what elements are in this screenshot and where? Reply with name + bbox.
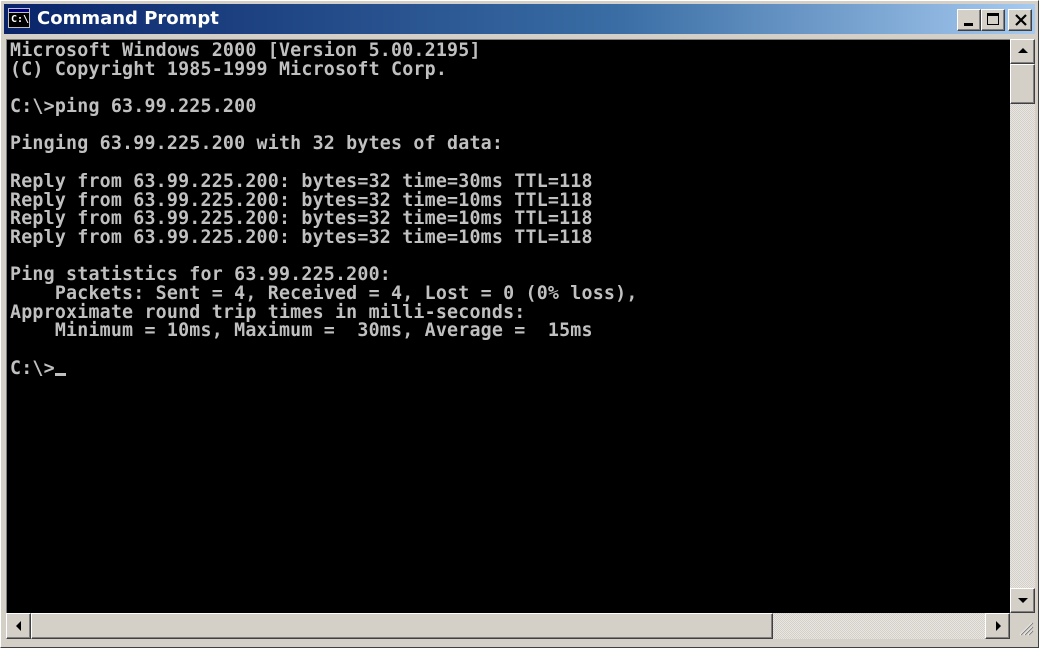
window-title: Command Prompt [37,8,219,29]
scroll-down-button[interactable] [1010,588,1035,613]
scroll-left-button[interactable] [6,613,31,639]
minimize-icon [964,23,973,26]
close-icon [1015,14,1027,26]
text-cursor [54,372,66,376]
scroll-down-arrow-icon [1018,598,1028,603]
scroll-up-arrow-icon [1018,48,1028,53]
console-line: Packets: Sent = 4, Received = 4, Lost = … [10,282,638,304]
close-button[interactable] [1008,9,1032,31]
console-line: Reply from 63.99.225.200: bytes=32 time=… [10,170,593,192]
maximize-button[interactable] [981,9,1005,31]
resize-grip[interactable] [1010,613,1035,639]
vertical-scroll-thumb[interactable] [1010,64,1035,104]
console-output[interactable]: Microsoft Windows 2000 [Version 5.00.219… [6,39,1010,613]
title-bar[interactable]: C:\ Command Prompt [4,4,1035,34]
console-line: Pinging 63.99.225.200 with 32 bytes of d… [10,133,504,155]
scroll-right-button[interactable] [985,613,1010,639]
console-line: C:\>ping 63.99.225.200 [10,96,257,118]
vertical-scrollbar[interactable] [1010,39,1035,613]
minimize-button[interactable] [957,9,981,31]
console-icon-glyph: C:\ [11,14,30,25]
scroll-right-arrow-icon [996,621,1001,631]
console-prompt-line[interactable]: C:\> [10,357,638,379]
maximize-icon [987,13,999,25]
command-prompt-window: C:\ Command Prompt Microsoft Windows 200… [0,0,1039,648]
console-icon-bar [9,9,29,13]
console-line: Microsoft Windows 2000 [Version 5.00.219… [10,40,481,61]
console-text: Microsoft Windows 2000 [Version 5.00.219… [10,40,638,379]
console-prompt: C:\> [10,357,55,379]
horizontal-scroll-thumb[interactable] [31,613,773,639]
console-line: (C) Copyright 1985-1999 Microsoft Corp. [10,58,448,80]
console-line: Reply from 63.99.225.200: bytes=32 time=… [10,226,593,248]
console-icon[interactable]: C:\ [8,8,30,28]
resize-grip-icon [1019,622,1034,636]
console-line: Minimum = 10ms, Maximum = 30ms, Average … [10,320,593,342]
scroll-up-button[interactable] [1010,39,1035,64]
scroll-left-arrow-icon [16,621,21,631]
horizontal-scrollbar[interactable] [6,613,1010,639]
